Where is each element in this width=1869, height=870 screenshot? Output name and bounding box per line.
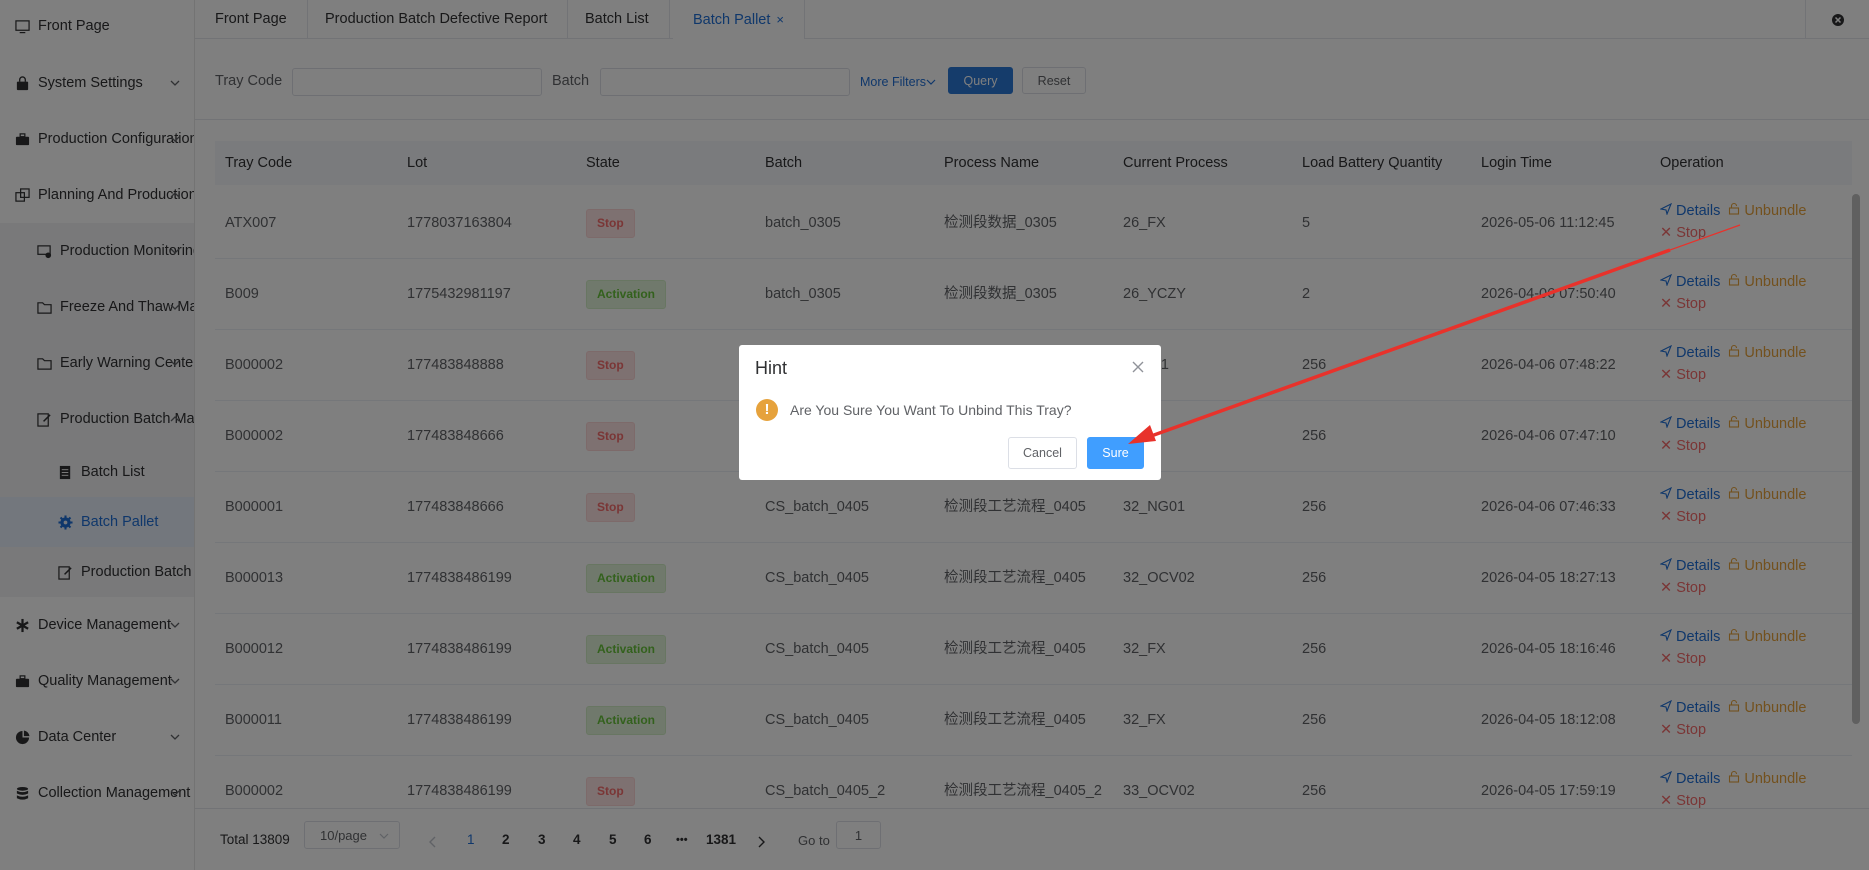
dialog-message: Are You Sure You Want To Unbind This Tra…	[790, 402, 1072, 418]
dialog-title: Hint	[755, 358, 788, 378]
close-icon[interactable]	[1131, 360, 1145, 374]
cancel-button[interactable]: Cancel	[1008, 437, 1077, 469]
sure-button[interactable]: Sure	[1087, 437, 1144, 469]
warning-icon: !	[756, 399, 778, 421]
hint-dialog: Hint ! Are You Sure You Want To Unbind T…	[739, 345, 1161, 480]
